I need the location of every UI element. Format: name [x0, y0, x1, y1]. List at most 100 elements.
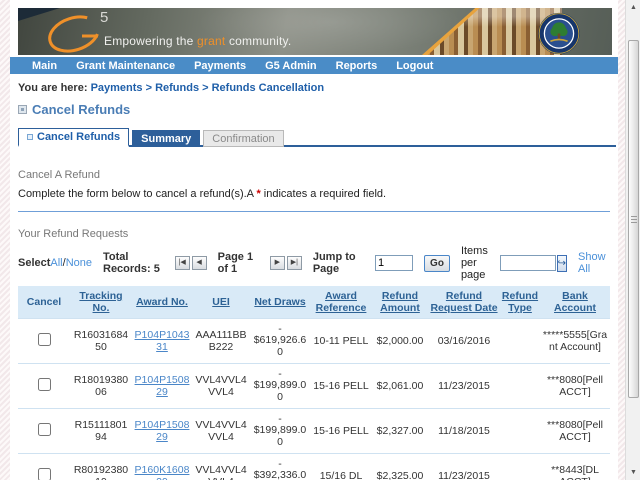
award-reference: 10-11 PELL — [310, 318, 372, 364]
breadcrumb-path[interactable]: Payments > Refunds > Refunds Cancellatio… — [91, 82, 325, 94]
col-header-bank-account: Bank Account — [540, 286, 610, 319]
net-draws-sign: - — [278, 458, 282, 470]
sort-link[interactable]: Tracking No. — [79, 290, 122, 314]
nav-item-payments[interactable]: Payments — [194, 60, 246, 72]
bank-account: **8443[DL ACCT] — [540, 453, 610, 480]
select-all-link[interactable]: All — [50, 257, 62, 269]
col-header-refund-amount: Refund Amount — [372, 286, 428, 319]
nav-item-grant-maintenance[interactable]: Grant Maintenance — [76, 60, 175, 72]
net-draws-sign: - — [278, 368, 282, 380]
apply-arrow-icon: ↪ — [557, 257, 567, 269]
refund-amount: $2,000.00 — [372, 318, 428, 364]
nav-item-main[interactable]: Main — [32, 60, 57, 72]
header-banner: 5 Empowering the grant community. — [18, 8, 612, 55]
nav-item-g5-admin[interactable]: G5 Admin — [265, 60, 317, 72]
select-label: Select — [17, 257, 51, 269]
net-draws-amount: $199,899.00 — [253, 424, 307, 448]
col-header-tracking-no: Tracking No. — [70, 286, 132, 319]
tab-icon — [27, 134, 33, 140]
tab-bar: Cancel Refunds Summary Confirmation — [18, 128, 618, 147]
jump-to-page-input[interactable] — [375, 255, 414, 271]
next-page-button[interactable]: ▶ — [269, 256, 285, 270]
page-info: Page 1 of 1 — [217, 251, 254, 275]
breadcrumb: You are here: Payments > Refunds > Refun… — [18, 82, 618, 94]
net-draws-amount: $392,336.00 — [253, 469, 307, 480]
uei: VVL4VVL4VVL4 — [192, 453, 250, 480]
tab-label: Confirmation — [212, 132, 275, 145]
refund-request-date: 11/23/2015 — [428, 453, 500, 480]
net-draws: - $199,899.00 — [250, 363, 310, 409]
award-no-link[interactable]: P104P150829 — [135, 419, 190, 443]
page-title-row: Cancel Refunds — [18, 102, 618, 117]
sort-link[interactable]: Bank Account — [554, 290, 596, 314]
refund-amount: $2,325.00 — [372, 453, 428, 480]
first-page-button[interactable]: |◀ — [174, 256, 190, 270]
items-per-page: Items per page ↪ — [461, 245, 568, 281]
cancel-checkbox[interactable] — [37, 333, 51, 346]
items-per-page-apply-button[interactable]: ↪ — [556, 254, 568, 272]
net-draws: - $199,899.00 — [250, 408, 310, 454]
tab-cancel-refunds[interactable]: Cancel Refunds — [18, 128, 130, 147]
sort-link[interactable]: UEI — [212, 296, 230, 308]
tab-summary[interactable]: Summary — [132, 130, 201, 147]
sort-link[interactable]: Refund Type — [502, 290, 538, 314]
table-header-row: Cancel Tracking No. Award No. UEI Net Dr… — [18, 286, 610, 319]
show-all-link[interactable]: Show All — [578, 251, 608, 275]
refund-requests-table: Cancel Tracking No. Award No. UEI Net Dr… — [18, 286, 610, 480]
table-row: R8019238019 P160K160829 VVL4VVL4VVL4 -$3… — [18, 453, 610, 480]
uei: VVL4VVL4VVL4 — [192, 408, 250, 454]
refund-amount: $2,061.00 — [372, 363, 428, 409]
breadcrumb-prefix: You are here: — [18, 82, 88, 94]
scrollbar-down-arrow-icon[interactable]: ▼ — [627, 466, 640, 479]
sort-link[interactable]: Award Reference — [316, 290, 367, 314]
go-button[interactable]: Go — [424, 254, 450, 272]
uei: AAA111BBB222 — [192, 318, 250, 364]
sort-link[interactable]: Award No. — [136, 296, 188, 308]
select-none-link[interactable]: None — [66, 257, 92, 269]
page-title: Cancel Refunds — [32, 102, 131, 117]
bank-account: *****5555[Grant Account] — [540, 318, 610, 364]
tab-label: Cancel Refunds — [37, 131, 121, 143]
scrollbar-thumb[interactable] — [628, 40, 639, 398]
net-draws: - $619,926.60 — [250, 318, 310, 364]
prev-page-button[interactable]: ◀ — [191, 256, 207, 270]
award-reference: 15/16 DL — [310, 453, 372, 480]
tracking-no: R8019238019 — [70, 453, 132, 480]
window-icon — [18, 105, 27, 114]
main-navigation: Main Grant Maintenance Payments G5 Admin… — [10, 57, 618, 74]
award-reference: 15-16 PELL — [310, 363, 372, 409]
sort-link[interactable]: Refund Request Date — [430, 290, 497, 314]
cancel-checkbox[interactable] — [37, 468, 51, 480]
cancel-checkbox[interactable] — [37, 378, 51, 391]
sort-link[interactable]: Net Draws — [254, 296, 305, 308]
net-draws: -$392,336.00 — [250, 453, 310, 480]
col-header-refund-type: Refund Type — [500, 286, 540, 319]
refund-request-date: 11/18/2015 — [428, 408, 500, 454]
net-draws-amount: $619,926.60 — [253, 334, 307, 358]
items-per-page-input[interactable] — [499, 255, 556, 271]
jump-to-page-label: Jump to Page — [312, 251, 356, 275]
cancel-checkbox[interactable] — [37, 423, 51, 436]
section-title-your-refund-requests: Your Refund Requests — [18, 228, 129, 240]
award-no-link[interactable]: P160K160829 — [135, 464, 190, 480]
select-all-none: SelectAll/None — [18, 257, 92, 269]
nav-item-reports[interactable]: Reports — [336, 60, 378, 72]
uei: VVL4VVL4VVL4 — [192, 363, 250, 409]
form-instruction: Complete the form below to cancel a refu… — [18, 188, 618, 200]
award-no-link[interactable]: P104P104331 — [135, 329, 190, 353]
last-page-button[interactable]: ▶| — [286, 256, 302, 270]
scrollbar-up-arrow-icon[interactable]: ▲ — [627, 1, 640, 14]
nav-item-logout[interactable]: Logout — [396, 60, 433, 72]
tab-label: Summary — [141, 132, 192, 145]
sort-link[interactable]: Refund Amount — [380, 290, 420, 314]
vertical-scrollbar[interactable]: ▲ ▼ — [625, 0, 640, 480]
net-draws-sign: - — [278, 323, 282, 335]
award-no-link[interactable]: P104P150829 — [135, 374, 190, 398]
refund-request-date: 11/23/2015 — [428, 363, 500, 409]
page-nav-buttons: |◀ ◀ — [174, 256, 207, 270]
net-draws-amount: $199,899.00 — [253, 379, 307, 403]
col-header-uei: UEI — [192, 286, 250, 319]
refund-type — [500, 408, 540, 454]
tab-confirmation: Confirmation — [203, 130, 284, 147]
section-title-cancel-a-refund: Cancel A Refund — [18, 169, 100, 181]
